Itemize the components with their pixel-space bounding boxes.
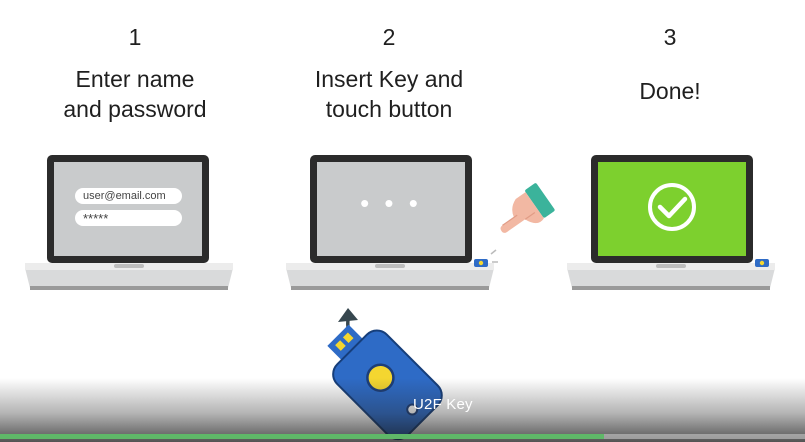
password-field: ***** bbox=[75, 210, 182, 226]
bottom-shade bbox=[0, 378, 805, 442]
email-field: user@email.com bbox=[75, 188, 182, 204]
loading-dots: • • • bbox=[360, 188, 422, 218]
laptop-login: user@email.com ***** bbox=[22, 150, 237, 295]
step-3-label: Done! bbox=[639, 78, 701, 104]
step-1-label: Enter name and password bbox=[63, 66, 207, 122]
step-3-number: 3 bbox=[663, 24, 677, 50]
step-1-number: 1 bbox=[128, 24, 142, 50]
video-progress-bar[interactable] bbox=[0, 434, 805, 439]
inserted-key-icon bbox=[755, 259, 769, 267]
key-label: U2F Key bbox=[413, 396, 473, 413]
step-2-label: Insert Key and touch button bbox=[314, 66, 464, 122]
laptop-done bbox=[564, 150, 779, 295]
email-value: user@email.com bbox=[83, 190, 166, 202]
password-value: ***** bbox=[83, 211, 109, 226]
laptop-insert-key: • • • bbox=[283, 150, 498, 295]
step-2-number: 2 bbox=[382, 24, 396, 50]
video-progress-fill bbox=[0, 434, 604, 439]
